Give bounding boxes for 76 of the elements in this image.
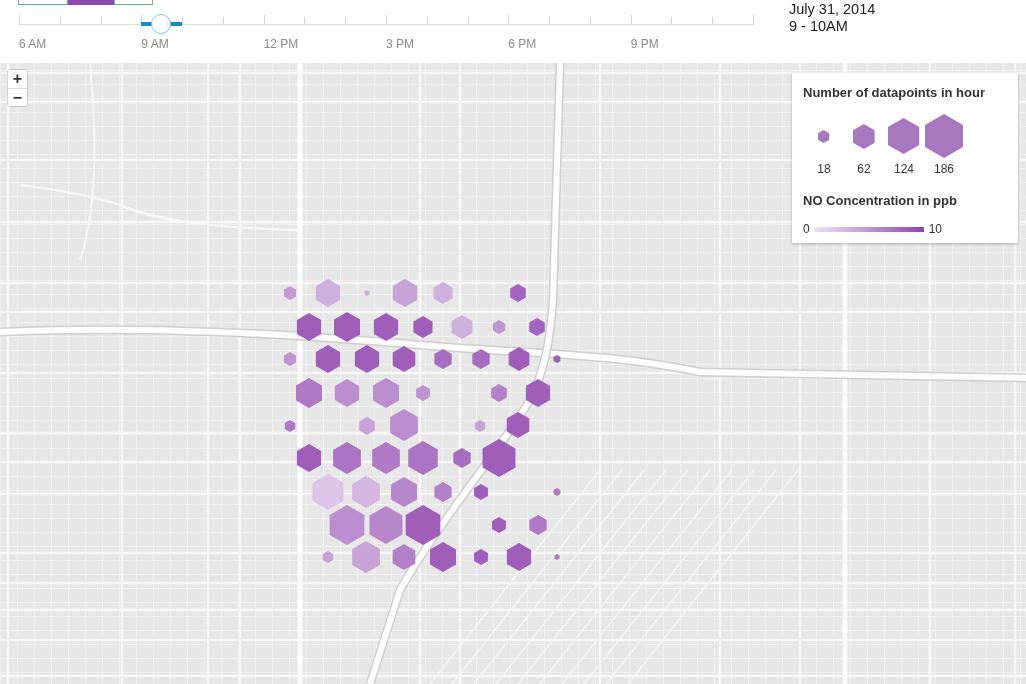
hexagon-marker (284, 420, 296, 432)
hexagon-marker (434, 482, 452, 502)
zoom-out-button[interactable]: − (8, 88, 27, 106)
hour-label: 6 PM (508, 37, 537, 51)
hexagon-marker (408, 441, 438, 475)
hexagon-icon (853, 123, 875, 149)
hexagon-marker (529, 515, 547, 535)
filter-button[interactable] (114, 0, 153, 5)
hexagon-marker (296, 313, 322, 341)
hexagon-marker (413, 316, 433, 338)
hexagon-marker (333, 442, 361, 474)
hour-label: 6 AM (19, 37, 47, 51)
scale-min-label: 0 (803, 222, 810, 236)
hexagon-marker (525, 379, 551, 407)
hexagon-marker (506, 543, 532, 571)
hexagon-marker (553, 355, 561, 363)
hexagon-marker (433, 282, 453, 304)
hexagon-marker (373, 313, 399, 341)
hexagon-marker (434, 349, 452, 369)
hexagon-marker (453, 448, 471, 468)
hexagon-marker (451, 315, 473, 339)
hexagon-marker (492, 320, 506, 334)
hexagon-icon (818, 129, 830, 143)
hexagon-marker (315, 279, 341, 307)
hour-label: 12 PM (263, 37, 299, 51)
date-label: July 31, 2014 (789, 1, 876, 18)
hexagon-marker (508, 347, 530, 371)
hexagon-marker (474, 420, 486, 432)
hexagon-marker (392, 346, 416, 372)
hexagon-marker (472, 349, 490, 369)
hexagon-marker (474, 549, 488, 565)
hexagon-marker (391, 477, 417, 507)
hour-label: 9 PM (630, 37, 659, 51)
legend-value-label: 18 (817, 162, 831, 176)
hexagon-marker (364, 290, 370, 296)
hour-label: 3 PM (386, 37, 414, 51)
hexagon-marker (372, 442, 400, 474)
hexagon-marker (352, 476, 380, 508)
hexagon-marker (416, 385, 430, 401)
hexagon-marker (491, 384, 507, 402)
hexagon-icon (888, 118, 920, 154)
hexagon-marker (296, 378, 322, 408)
hexagon-marker (553, 488, 561, 496)
scale-max-label: 10 (928, 222, 943, 236)
legend-value-label: 62 (857, 162, 871, 176)
hexagon-marker (296, 444, 322, 472)
hexagon-marker (352, 541, 380, 573)
hexagon-marker (492, 517, 506, 533)
hexagon-marker (283, 286, 297, 300)
legend-title: Number of datapoints in hour (803, 85, 986, 101)
hexagon-marker (334, 379, 360, 407)
hexagon-marker (334, 312, 360, 342)
hexagon-marker (474, 484, 488, 500)
hexagon-marker (529, 318, 545, 336)
hour-label: 9 AM (141, 37, 169, 51)
hour-range-label: 9 - 10AM (789, 18, 849, 35)
hexagon-marker (329, 505, 365, 545)
hexagon-marker (359, 417, 375, 435)
hexagon-marker (390, 409, 418, 441)
hexagon-icon (924, 114, 964, 158)
legend-value-label: 186 (934, 162, 954, 176)
filter-button[interactable] (18, 0, 68, 5)
hexagon-marker (322, 551, 334, 563)
time-slider-track[interactable] (19, 14, 753, 34)
legend-value-label: 124 (894, 162, 914, 176)
hexagon-marker (554, 554, 560, 560)
legend-title: NO Concentration in ppb (803, 193, 958, 209)
hexagon-marker (312, 474, 344, 510)
hexagon-marker (315, 345, 341, 373)
hexagon-marker (354, 345, 380, 373)
slider-thumb[interactable] (151, 14, 172, 34)
hexagon-marker (510, 284, 526, 302)
hexagon-marker (283, 352, 297, 366)
hexagon-marker (430, 542, 456, 572)
hexagon-marker (373, 378, 399, 408)
hexagon-marker (392, 279, 418, 307)
